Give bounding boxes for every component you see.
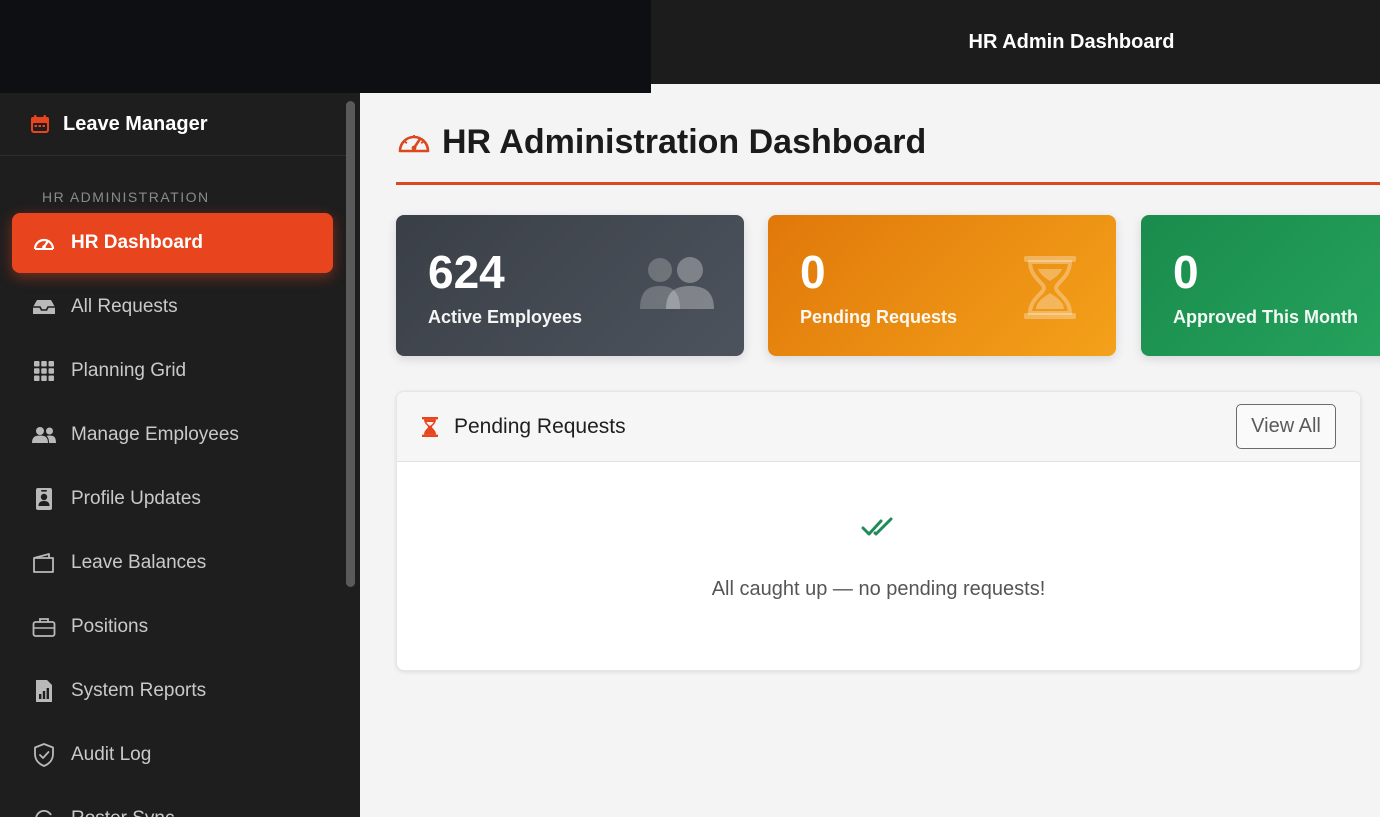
briefcase-icon [32, 615, 56, 639]
sidebar-item-label: Manage Employees [71, 424, 239, 445]
grid-icon [32, 359, 56, 383]
gauge-icon [398, 135, 430, 153]
sidebar-item-label: System Reports [71, 680, 207, 701]
stat-value: 0 [1173, 246, 1199, 298]
stat-label: Approved This Month [1173, 307, 1358, 327]
sidebar-item-manage-employees[interactable]: Manage Employees [12, 405, 333, 465]
id-card-icon [32, 487, 56, 511]
sidebar-item-label: Positions [71, 616, 149, 637]
topbar: HR Admin Dashboard [651, 0, 1380, 84]
topbar-left [0, 0, 651, 93]
sidebar-item-all-requests[interactable]: All Requests [12, 277, 333, 337]
empty-state-message: All caught up — no pending requests! [711, 578, 1046, 600]
sidebar: Leave Manager HR ADMINISTRATION HR Dashb… [0, 93, 360, 817]
sidebar-section-title: HR ADMINISTRATION [42, 189, 210, 205]
stat-card-approved-this-month[interactable]: 0 Approved This Month [1141, 215, 1380, 356]
sidebar-item-label: HR Dashboard [71, 232, 203, 253]
page-title: HR Administration Dashboard [442, 123, 927, 161]
hourglass-icon [422, 416, 438, 437]
sidebar-item-profile-updates[interactable]: Profile Updates [12, 469, 333, 529]
sidebar-item-planning-grid[interactable]: Planning Grid [12, 341, 333, 401]
double-check-icon [861, 517, 892, 536]
users-icon [32, 423, 56, 447]
sidebar-scrollbar[interactable] [346, 101, 355, 587]
stat-card-pending-requests[interactable]: 0 Pending Requests [768, 215, 1116, 356]
calendar-icon [31, 115, 49, 133]
inbox-icon [32, 295, 56, 319]
sync-icon [32, 807, 56, 817]
app-title: HR Admin Dashboard [968, 30, 1175, 53]
sidebar-item-roster-sync[interactable]: Roster Sync [12, 789, 333, 817]
sidebar-item-label: Roster Sync [71, 808, 174, 817]
wallet-icon [32, 551, 56, 575]
sidebar-item-positions[interactable]: Positions [12, 597, 333, 657]
sidebar-item-label: Audit Log [71, 744, 152, 765]
brand-label: Leave Manager [63, 112, 208, 135]
sidebar-item-label: Planning Grid [71, 360, 187, 381]
sidebar-item-label: Profile Updates [71, 488, 201, 509]
sidebar-item-label: Leave Balances [71, 552, 207, 573]
gauge-icon [32, 231, 56, 255]
main-content: HR Administration Dashboard 624 Active E… [360, 93, 1380, 817]
stat-card-active-employees[interactable]: 624 Active Employees [396, 215, 744, 356]
sidebar-item-label: All Requests [71, 296, 178, 317]
pending-requests-panel: Pending Requests View All All caught up … [396, 391, 1361, 671]
view-all-button[interactable]: View All [1236, 404, 1336, 449]
sidebar-item-hr-dashboard[interactable]: HR Dashboard [12, 213, 333, 273]
sidebar-item-leave-balances[interactable]: Leave Balances [12, 533, 333, 593]
users-icon [640, 257, 714, 309]
hourglass-icon [1024, 256, 1076, 319]
panel-header: Pending Requests View All [397, 392, 1360, 462]
sidebar-item-audit-log[interactable]: Audit Log [12, 725, 333, 785]
brand[interactable]: Leave Manager [0, 93, 346, 156]
sidebar-nav: HR Dashboard All Requests Planning Grid … [0, 213, 360, 817]
empty-state: All caught up — no pending requests! [397, 462, 1360, 672]
report-icon [32, 679, 56, 703]
panel-title: Pending Requests [454, 414, 626, 438]
shield-icon [32, 743, 56, 767]
page-heading: HR Administration Dashboard [396, 123, 1380, 185]
sidebar-item-system-reports[interactable]: System Reports [12, 661, 333, 721]
